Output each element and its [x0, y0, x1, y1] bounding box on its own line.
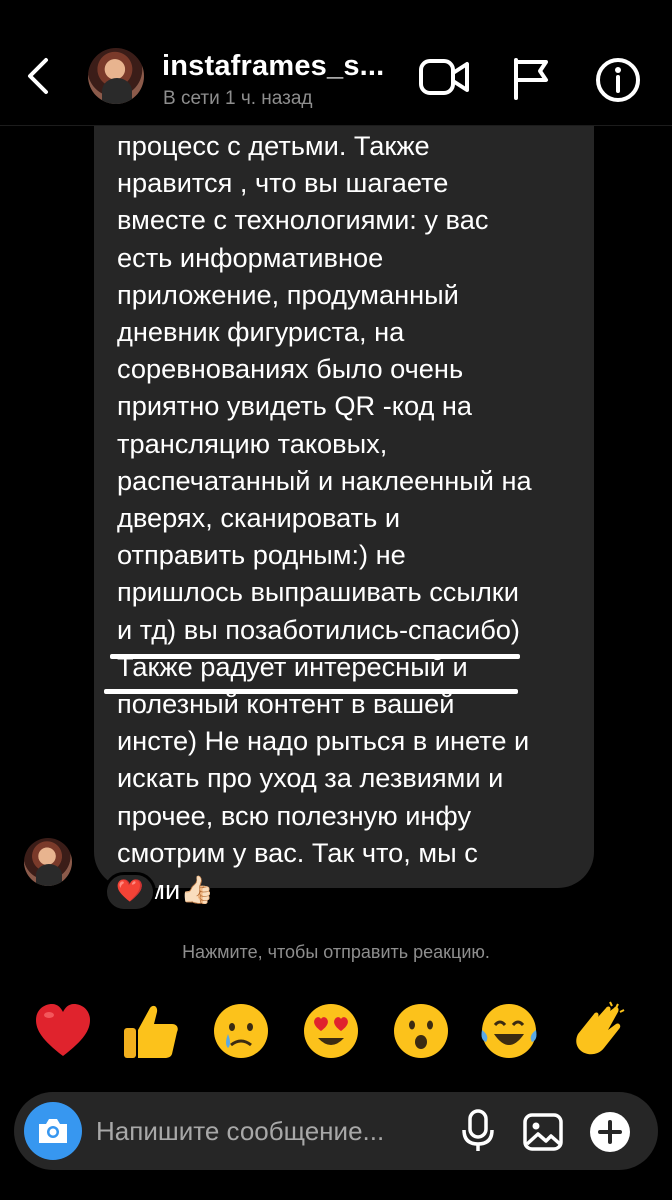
- camera-icon: [39, 1119, 67, 1143]
- heart-eyes-icon: [304, 1004, 358, 1058]
- camera-button[interactable]: [24, 1102, 82, 1160]
- microphone-icon: [462, 1109, 494, 1151]
- chat-username[interactable]: instaframes_s...: [162, 50, 384, 83]
- reaction-heart[interactable]: [32, 1000, 94, 1062]
- reaction-crying-face[interactable]: [210, 1000, 272, 1062]
- chat-header: instaframes_s... В сети 1 ч. назад: [0, 0, 672, 126]
- surprised-face-icon: [394, 1004, 448, 1058]
- message-input[interactable]: [96, 1110, 436, 1152]
- plus-circle-icon: [590, 1112, 630, 1152]
- message-reaction-badge[interactable]: ❤️: [104, 872, 156, 912]
- back-button[interactable]: [20, 54, 56, 98]
- gallery-button[interactable]: [520, 1110, 566, 1154]
- crying-face-icon: [214, 1004, 268, 1058]
- highlight-underline: [104, 689, 518, 694]
- avatar[interactable]: [88, 48, 144, 104]
- image-gallery-icon: [523, 1113, 563, 1151]
- reaction-laughing-face[interactable]: [478, 1000, 540, 1062]
- laughing-face-icon: [481, 1004, 537, 1058]
- info-icon: [596, 58, 640, 102]
- video-camera-icon: [419, 59, 469, 95]
- message-composer: [14, 1092, 658, 1170]
- chevron-left-icon: [28, 58, 48, 94]
- more-options-button[interactable]: [588, 1110, 632, 1154]
- voice-message-button[interactable]: [458, 1108, 498, 1154]
- clapping-hands-icon: [576, 1001, 625, 1055]
- report-button[interactable]: [510, 56, 552, 100]
- reaction-heart-eyes[interactable]: [300, 1000, 362, 1062]
- reaction-clapping-hands[interactable]: [566, 1000, 628, 1062]
- message-text: процесс с детьми. Также нравится , что в…: [117, 130, 532, 906]
- highlight-underline: [110, 654, 520, 659]
- sender-avatar[interactable]: [24, 838, 72, 886]
- emoji-reaction-bar: [0, 1000, 672, 1072]
- info-button[interactable]: [594, 56, 642, 104]
- reaction-hint: Нажмите, чтобы отправить реакцию.: [182, 942, 490, 962]
- heart-icon: [36, 1004, 90, 1056]
- flag-icon: [514, 58, 548, 100]
- video-call-button[interactable]: [418, 56, 472, 98]
- reaction-surprised-face[interactable]: [390, 1000, 452, 1062]
- thumbs-up-icon: [124, 1005, 178, 1058]
- online-status: В сети 1 ч. назад: [163, 88, 313, 109]
- reaction-thumbs-up[interactable]: [120, 1000, 182, 1062]
- dm-thread-screen: процесс с детьми. Также нравится , что в…: [0, 0, 672, 1200]
